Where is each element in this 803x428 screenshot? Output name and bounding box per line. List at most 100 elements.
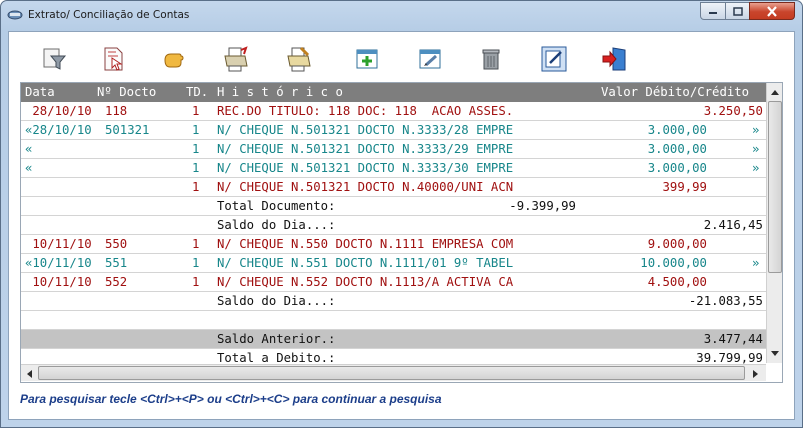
maximize-icon bbox=[732, 6, 743, 16]
table-row[interactable]: 1 N/ CHEQUE N.501321 DOCTO N.40000/UNI AC… bbox=[21, 178, 766, 197]
table-row[interactable]: 10/11/10 550 1 N/ CHEQUE N.550 DOCTO N.1111… bbox=[21, 235, 766, 254]
table-row[interactable]: «10/11/10 551 1 N/ CHEQUE N.551 DOCTO N.111… bbox=[21, 254, 766, 273]
exit-door-icon bbox=[601, 46, 627, 76]
hand-button[interactable] bbox=[159, 46, 189, 76]
cell-credit: -21.083,55 bbox=[688, 294, 763, 308]
table-row[interactable]: « 1 N/ CHEQUE N.501321 DOCTO N.3333/29 EMP… bbox=[21, 140, 766, 159]
table-row[interactable]: «28/10/10 501321 1 N/ CHEQUE N.501321 DOCTO… bbox=[21, 121, 766, 140]
add-window-icon bbox=[355, 48, 379, 74]
cell-history: Saldo do Dia...: bbox=[217, 294, 336, 308]
scroll-down-icon[interactable] bbox=[770, 350, 780, 358]
header-doc[interactable]: Nº Docto bbox=[97, 85, 156, 99]
maximize-button[interactable] bbox=[725, 2, 750, 20]
print-preview-icon bbox=[223, 46, 249, 76]
table-row[interactable]: Saldo do Dia...: 2.416,45 bbox=[21, 216, 766, 235]
print-edit-icon bbox=[286, 46, 312, 76]
cell-debit: 3.000,00 bbox=[647, 142, 707, 156]
main-window: Extrato/ Conciliação de Contas Data Nº D… bbox=[0, 0, 803, 428]
cell-history: N/ CHEQUE N.551 DOCTO N.1111/01 9º TABEL bbox=[217, 256, 514, 270]
cell-history: REC.DO TITULO: 118 DOC: 118 ACAO ASSES. bbox=[217, 104, 514, 118]
cell-doc: 552 bbox=[105, 275, 128, 289]
minimize-button[interactable] bbox=[700, 2, 726, 20]
window-title: Extrato/ Conciliação de Contas bbox=[28, 9, 190, 21]
cell-date: 28/10/10 bbox=[25, 104, 92, 118]
cell-history: N/ CHEQUE N.501321 DOCTO N.40000/UNI ACN bbox=[217, 180, 514, 194]
cell-date: 10/11/10 bbox=[25, 275, 92, 289]
cell-link-mark: » bbox=[752, 256, 760, 270]
cell-history: Total Documento: bbox=[217, 199, 336, 213]
cell-credit: 39.799,99 bbox=[696, 351, 763, 365]
trash-button[interactable] bbox=[476, 46, 506, 76]
edit-note-button[interactable] bbox=[539, 46, 569, 76]
table-row[interactable]: 10/11/10 552 1 N/ CHEQUE N.552 DOCTO N.1113… bbox=[21, 273, 766, 292]
app-icon bbox=[7, 10, 23, 20]
table-row[interactable]: Saldo do Dia...: -21.083,55 bbox=[21, 292, 766, 311]
edit-note-icon bbox=[541, 46, 567, 76]
edit-window-button[interactable] bbox=[415, 46, 445, 76]
cell-credit: 3.250,50 bbox=[703, 104, 763, 118]
cell-history: N/ CHEQUE N.501321 DOCTO N.3333/29 EMPRE bbox=[217, 142, 514, 156]
trash-icon bbox=[480, 47, 502, 75]
table-row[interactable]: Total Documento: -9.399,99 bbox=[21, 197, 766, 216]
table-row[interactable]: Saldo Anterior.: 3.477,44 bbox=[21, 330, 766, 349]
cell-link-mark: » bbox=[752, 142, 760, 156]
cell-doc: 501321 bbox=[105, 123, 150, 137]
table-row[interactable] bbox=[21, 311, 766, 330]
cell-debit: 4.500,00 bbox=[647, 275, 707, 289]
horizontal-scroll-thumb[interactable] bbox=[38, 366, 745, 380]
scroll-right-icon[interactable] bbox=[752, 369, 760, 379]
cell-link-mark: » bbox=[752, 123, 760, 137]
cell-doc: 551 bbox=[105, 256, 128, 270]
document-cursor-button[interactable] bbox=[99, 46, 129, 76]
header-date[interactable]: Data bbox=[25, 85, 55, 99]
minimize-icon bbox=[709, 12, 717, 14]
cell-date: « bbox=[25, 161, 33, 175]
cell-debit: 3.000,00 bbox=[647, 161, 707, 175]
cell-debit: 9.000,00 bbox=[647, 237, 707, 251]
cell-td: 1 bbox=[192, 180, 200, 194]
cell-history: N/ CHEQUE N.501321 DOCTO N.3333/30 EMPRE bbox=[217, 161, 514, 175]
cell-td: 1 bbox=[192, 142, 200, 156]
cell-history: N/ CHEQUE N.552 DOCTO N.1113/A ACTIVA CA bbox=[217, 275, 514, 289]
edit-window-icon bbox=[418, 48, 442, 74]
scroll-up-icon[interactable] bbox=[770, 88, 780, 96]
print-edit-button[interactable] bbox=[284, 46, 314, 76]
cell-date: «10/11/10 bbox=[25, 256, 92, 270]
cell-date: «28/10/10 bbox=[25, 123, 92, 137]
cell-td: 1 bbox=[192, 256, 200, 270]
cell-history: Saldo do Dia...: bbox=[217, 218, 336, 232]
cell-credit: 3.477,44 bbox=[703, 332, 763, 346]
header-value[interactable]: Valor Débito/Crédito bbox=[601, 85, 749, 99]
cell-td: 1 bbox=[192, 161, 200, 175]
add-window-button[interactable] bbox=[352, 46, 382, 76]
header-history[interactable]: H i s t ó r i c o bbox=[217, 85, 343, 99]
cell-link-mark: » bbox=[752, 161, 760, 175]
header-td[interactable]: TD. bbox=[186, 85, 208, 99]
scroll-left-icon[interactable] bbox=[25, 369, 33, 379]
cell-date: « bbox=[25, 142, 33, 156]
cell-td: 1 bbox=[192, 123, 200, 137]
horizontal-scrollbar[interactable] bbox=[21, 364, 766, 381]
cell-credit: 2.416,45 bbox=[703, 218, 763, 232]
close-button[interactable] bbox=[749, 2, 795, 20]
print-preview-button[interactable] bbox=[221, 46, 251, 76]
cell-debit: 10.000,00 bbox=[640, 256, 707, 270]
status-hint: Para pesquisar tecle <Ctrl>+<P> ou <Ctrl… bbox=[20, 392, 442, 406]
cell-date: 10/11/10 bbox=[25, 237, 92, 251]
cell-history: Saldo Anterior.: bbox=[217, 332, 336, 346]
vertical-scroll-thumb[interactable] bbox=[768, 101, 782, 273]
client-area: Data Nº Docto TD. H i s t ó r i c o Valo… bbox=[8, 31, 795, 420]
table-row[interactable]: 28/10/10 118 1 REC.DO TITULO: 118 DOC: 118 … bbox=[21, 102, 766, 121]
table-row[interactable]: « 1 N/ CHEQUE N.501321 DOCTO N.3333/30 EMP… bbox=[21, 159, 766, 178]
hand-icon bbox=[162, 48, 186, 74]
close-icon bbox=[767, 5, 777, 17]
cell-doc: 550 bbox=[105, 237, 128, 251]
exit-door-button[interactable] bbox=[599, 46, 629, 76]
title-bar: Extrato/ Conciliação de Contas bbox=[1, 1, 802, 31]
grid-header: Data Nº Docto TD. H i s t ó r i c o Valo… bbox=[21, 83, 766, 102]
filter-icon bbox=[41, 47, 67, 75]
cell-debit: 399,99 bbox=[662, 180, 707, 194]
statement-grid: Data Nº Docto TD. H i s t ó r i c o Valo… bbox=[20, 82, 783, 383]
vertical-scrollbar[interactable] bbox=[766, 83, 782, 363]
filter-button[interactable] bbox=[39, 46, 69, 76]
